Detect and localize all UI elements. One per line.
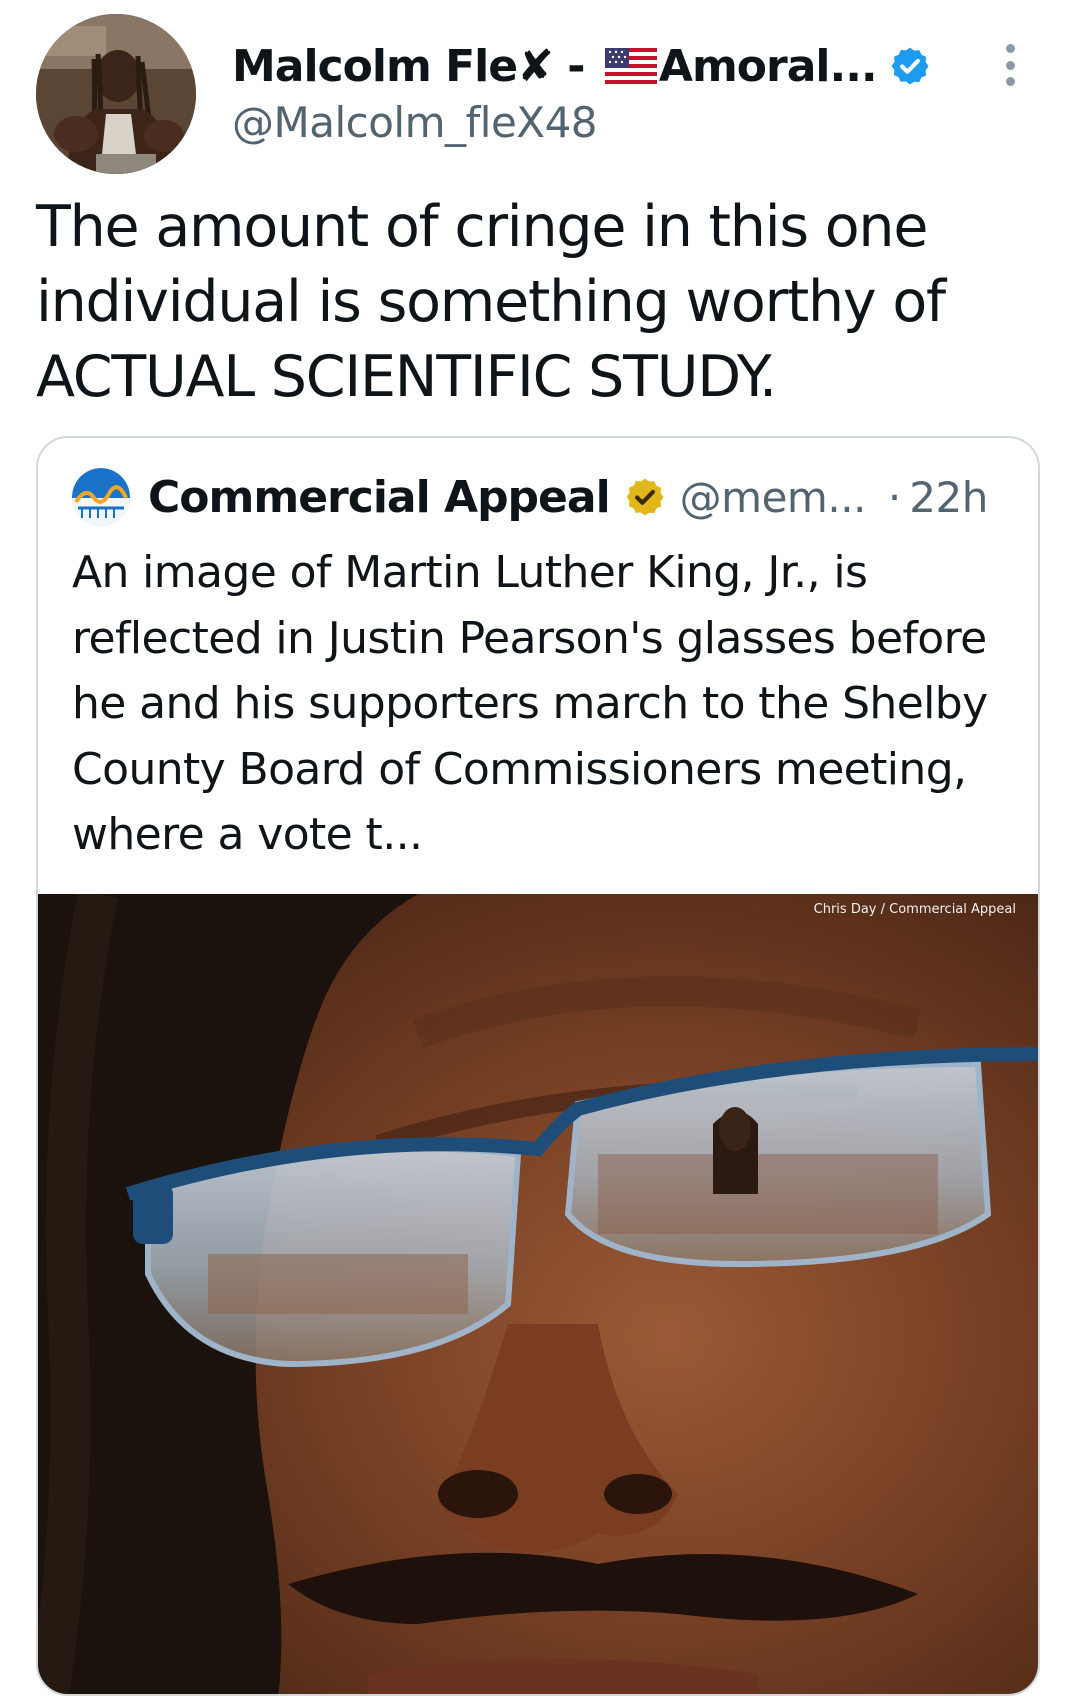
us-flag-icon (604, 48, 657, 84)
more-dot (1005, 60, 1015, 70)
photo-credit: Chris Day / Commercial Appeal (813, 902, 1016, 917)
author-name-dash: - (552, 40, 599, 92)
portrait-photo-image (38, 894, 1038, 1694)
quote-author-name[interactable]: Commercial Appeal (148, 472, 611, 523)
author-avatar[interactable] (36, 14, 196, 174)
more-options-icon[interactable] (996, 40, 1024, 90)
author-display-name[interactable]: Malcolm Fle (232, 41, 518, 92)
gold-verified-badge-icon[interactable] (624, 476, 666, 518)
tweet-container: Malcolm Fle ✘ - Amoral... @Malcolm_fleX4… (0, 0, 1080, 1696)
quote-author-handle[interactable]: @mem... (680, 473, 867, 522)
author-handle[interactable]: @Malcolm_fleX48 (232, 98, 931, 147)
tweet-text: The amount of cringe in this one individ… (36, 194, 946, 410)
commercial-appeal-logo-icon[interactable] (72, 468, 130, 526)
quote-tweet-card[interactable]: Commercial Appeal @mem... · 22h An image… (36, 436, 1040, 1696)
quote-timestamp[interactable]: 22h (909, 473, 988, 522)
quote-photo[interactable]: Chris Day / Commercial Appeal (38, 894, 1038, 1694)
more-dot (1005, 77, 1015, 86)
author-name-x-glyph: ✘ (517, 40, 554, 92)
quote-text: An image of Martin Luther King, Jr., is … (72, 547, 988, 860)
author-header: Malcolm Fle ✘ - Amoral... @Malcolm_fleX4… (232, 38, 931, 147)
verified-badge-icon[interactable] (889, 45, 931, 87)
quote-header: Commercial Appeal @mem... · 22h (72, 466, 988, 528)
author-name-row[interactable]: Malcolm Fle ✘ - Amoral... (232, 38, 931, 94)
more-dot (1005, 44, 1015, 53)
author-avatar-image (36, 14, 196, 174)
quote-separator: · (887, 472, 902, 522)
author-display-name-suffix[interactable]: Amoral... (659, 41, 878, 92)
